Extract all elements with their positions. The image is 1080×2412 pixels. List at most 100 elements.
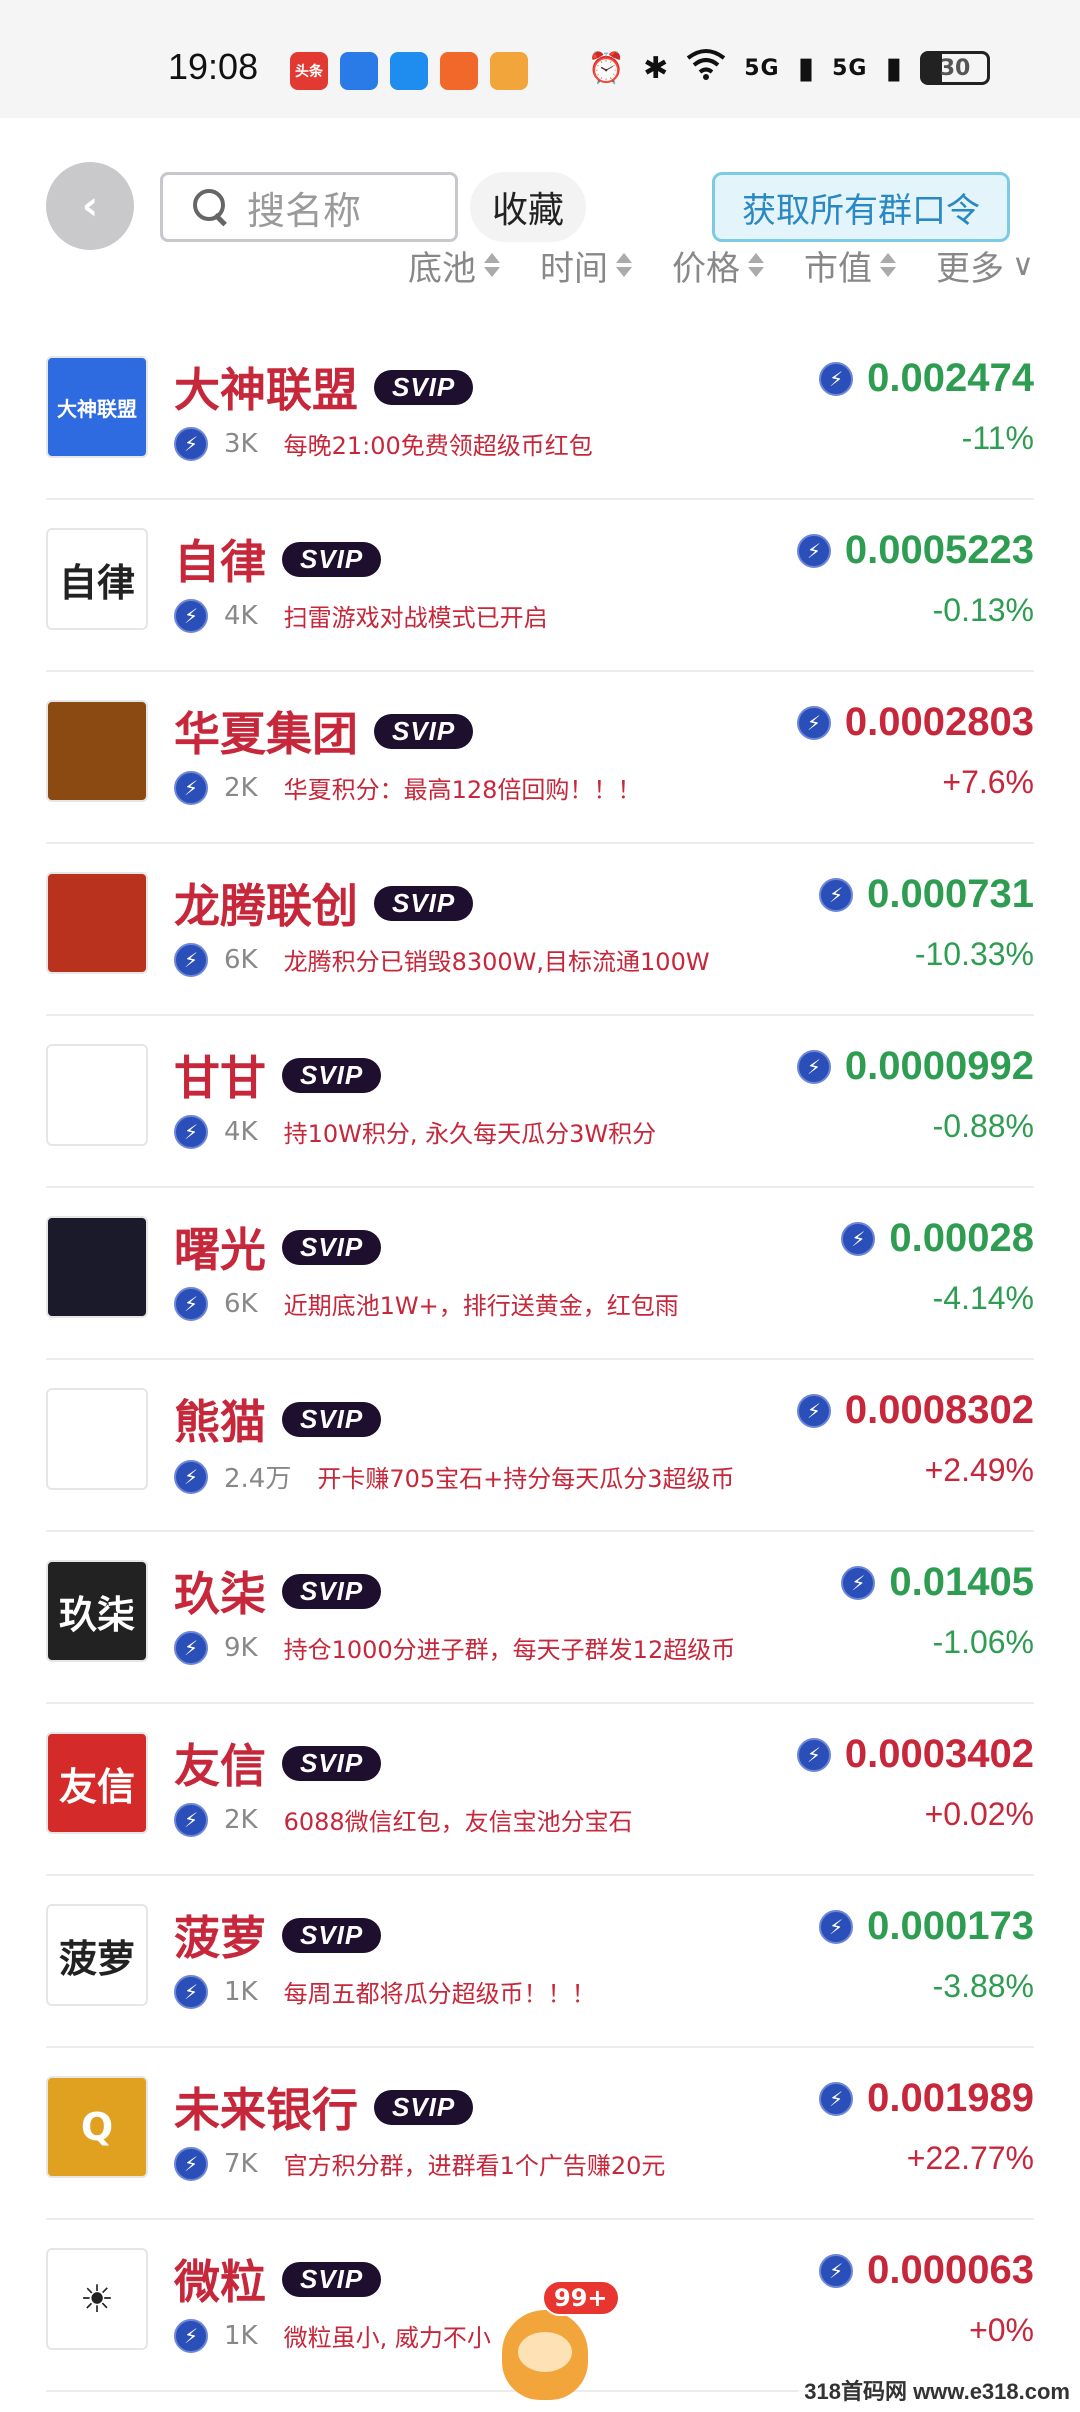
group-logo-text: 大神联盟	[57, 396, 137, 421]
group-logo	[46, 872, 148, 974]
group-list: 大神联盟 大神联盟 SVIP ⚡ 3K 每晚21:00免费领超级币红包 ⚡ 0.…	[0, 328, 1080, 2392]
group-description: 每晚21:00免费领超级币红包	[283, 432, 593, 460]
group-row[interactable]: 自律 自律 SVIP ⚡ 4K 扫雷游戏对战模式已开启 ⚡ 0.0005223 …	[46, 500, 1034, 672]
get-all-commands-button[interactable]: 获取所有群口令	[712, 172, 1010, 242]
search-placeholder: 搜名称	[247, 188, 362, 233]
member-count: 7K	[224, 2148, 258, 2179]
group-name: 甘甘	[174, 1051, 266, 1105]
sort-price[interactable]: 价格	[672, 241, 765, 290]
group-price: 0.001989	[867, 2076, 1034, 2120]
coin-icon: ⚡	[819, 877, 854, 912]
group-description: 扫雷游戏对战模式已开启	[283, 604, 548, 632]
group-row[interactable]: 熊猫 SVIP ⚡ 2.4万 开卡赚705宝石+持分每天瓜分3超级币 ⚡ 0.0…	[46, 1360, 1034, 1532]
group-name: 熊猫	[174, 1395, 266, 1449]
group-logo-text: 自律	[58, 560, 135, 605]
member-count: 2.4万	[224, 1464, 292, 1494]
group-price: 0.0002803	[844, 700, 1034, 744]
group-logo	[46, 1388, 148, 1490]
group-row[interactable]: 大神联盟 大神联盟 SVIP ⚡ 3K 每晚21:00免费领超级币红包 ⚡ 0.…	[46, 328, 1034, 500]
coin-icon: ⚡	[174, 942, 208, 977]
group-price: 0.00028	[889, 1216, 1034, 1260]
price-change: -4.14%	[932, 1280, 1034, 1316]
favorites-button[interactable]: 收藏	[470, 172, 587, 242]
group-row[interactable]: 友信 友信 SVIP ⚡ 2K 6088微信红包，友信宝池分宝石 ⚡ 0.000…	[46, 1704, 1034, 1876]
group-description: 持仓1000分进子群，每天子群发12超级币	[283, 1636, 736, 1664]
coin-icon: ⚡	[819, 2081, 854, 2116]
group-name: 菠萝	[174, 1911, 266, 1965]
group-logo-text: ☀	[79, 2277, 115, 2321]
price-change: -10.33%	[914, 936, 1034, 972]
group-description: 开卡赚705宝石+持分每天瓜分3超级币	[317, 1465, 735, 1493]
coin-icon: ⚡	[174, 2146, 208, 2181]
sort-arrows-icon	[880, 253, 897, 277]
group-description: 华夏积分：最高128倍回购！！！	[283, 776, 642, 804]
coin-icon: ⚡	[174, 1974, 208, 2009]
group-logo: 玖柒	[46, 1560, 148, 1662]
svip-badge: SVIP	[282, 541, 382, 577]
top-toolbar: ‹ 搜名称 收藏 获取所有群口令	[0, 0, 1080, 250]
coin-icon: ⚡	[841, 1221, 876, 1256]
group-price: 0.0000992	[844, 1044, 1034, 1088]
price-change: +22.77%	[906, 2140, 1034, 2176]
group-logo	[46, 1044, 148, 1146]
group-row[interactable]: 华夏集团 SVIP ⚡ 2K 华夏积分：最高128倍回购！！！ ⚡ 0.0002…	[46, 672, 1034, 844]
group-row[interactable]: 菠萝 菠萝 SVIP ⚡ 1K 每周五都将瓜分超级币！！！ ⚡ 0.000173…	[46, 1876, 1034, 2048]
group-description: 持10W积分, 永久每天瓜分3W积分	[283, 1120, 657, 1148]
coin-icon: ⚡	[174, 1630, 208, 1665]
group-row[interactable]: Q 未来银行 SVIP ⚡ 7K 官方积分群，进群看1个广告赚20元 ⚡ 0.0…	[46, 2048, 1034, 2220]
group-logo-text: Q	[80, 2105, 114, 2149]
member-count: 2K	[224, 772, 258, 803]
price-change: +2.49%	[924, 1452, 1034, 1488]
price-change: +7.6%	[942, 764, 1034, 800]
sort-pool[interactable]: 底池	[408, 241, 501, 290]
group-logo: 友信	[46, 1732, 148, 1834]
sort-market-cap[interactable]: 市值	[804, 241, 897, 290]
sort-time[interactable]: 时间	[540, 241, 633, 290]
group-row[interactable]: 曙光 SVIP ⚡ 6K 近期底池1W+，排行送黄金，红包雨 ⚡ 0.00028…	[46, 1188, 1034, 1360]
group-row[interactable]: 龙腾联创 SVIP ⚡ 6K 龙腾积分已销毁8300W,目标流通100W ⚡ 0…	[46, 844, 1034, 1016]
chevron-left-icon: ‹	[81, 183, 99, 229]
sort-pool-label: 底池	[408, 248, 477, 289]
group-name: 华夏集团	[174, 707, 358, 761]
coin-icon: ⚡	[796, 1049, 831, 1084]
group-logo	[46, 700, 148, 802]
coin-icon: ⚡	[174, 426, 208, 461]
search-input[interactable]: 搜名称	[160, 172, 458, 242]
group-name: 大神联盟	[174, 363, 358, 417]
group-price: 0.0003402	[844, 1732, 1034, 1776]
group-price: 0.0008302	[844, 1388, 1034, 1432]
svip-badge: SVIP	[282, 1573, 382, 1609]
coin-icon: ⚡	[819, 1909, 854, 1944]
floating-mascot-button[interactable]: 99+	[492, 2280, 620, 2400]
coin-icon: ⚡	[819, 2253, 854, 2288]
coin-icon: ⚡	[796, 705, 831, 740]
group-row[interactable]: 甘甘 SVIP ⚡ 4K 持10W积分, 永久每天瓜分3W积分 ⚡ 0.0000…	[46, 1016, 1034, 1188]
back-button[interactable]: ‹	[46, 162, 134, 250]
member-count: 6K	[224, 1288, 258, 1319]
sort-more[interactable]: 更多 ∨	[936, 241, 1034, 290]
group-name: 自律	[174, 535, 266, 589]
coin-icon: ⚡	[796, 1393, 831, 1428]
group-description: 官方积分群，进群看1个广告赚20元	[283, 2152, 666, 2180]
group-name: 友信	[174, 1739, 266, 1793]
group-logo: 菠萝	[46, 1904, 148, 2006]
svip-badge: SVIP	[282, 2261, 382, 2297]
group-row[interactable]: 玖柒 玖柒 SVIP ⚡ 9K 持仓1000分进子群，每天子群发12超级币 ⚡ …	[46, 1532, 1034, 1704]
svip-badge: SVIP	[282, 1057, 382, 1093]
sort-market-cap-label: 市值	[804, 248, 873, 289]
group-name: 曙光	[174, 1223, 266, 1277]
coin-icon: ⚡	[174, 1459, 208, 1494]
group-description: 6088微信红包，友信宝池分宝石	[283, 1808, 633, 1836]
svip-badge: SVIP	[282, 1917, 382, 1953]
group-logo: 自律	[46, 528, 148, 630]
group-name: 玖柒	[174, 1567, 266, 1621]
group-description: 龙腾积分已销毁8300W,目标流通100W	[283, 948, 710, 976]
coin-icon: ⚡	[174, 1114, 208, 1149]
svip-badge: SVIP	[374, 885, 474, 921]
coin-icon: ⚡	[841, 1565, 876, 1600]
sort-arrows-icon	[748, 253, 765, 277]
group-price: 0.000731	[867, 872, 1034, 916]
member-count: 9K	[224, 1632, 258, 1663]
coin-icon: ⚡	[174, 770, 208, 805]
coin-icon: ⚡	[796, 1737, 831, 1772]
